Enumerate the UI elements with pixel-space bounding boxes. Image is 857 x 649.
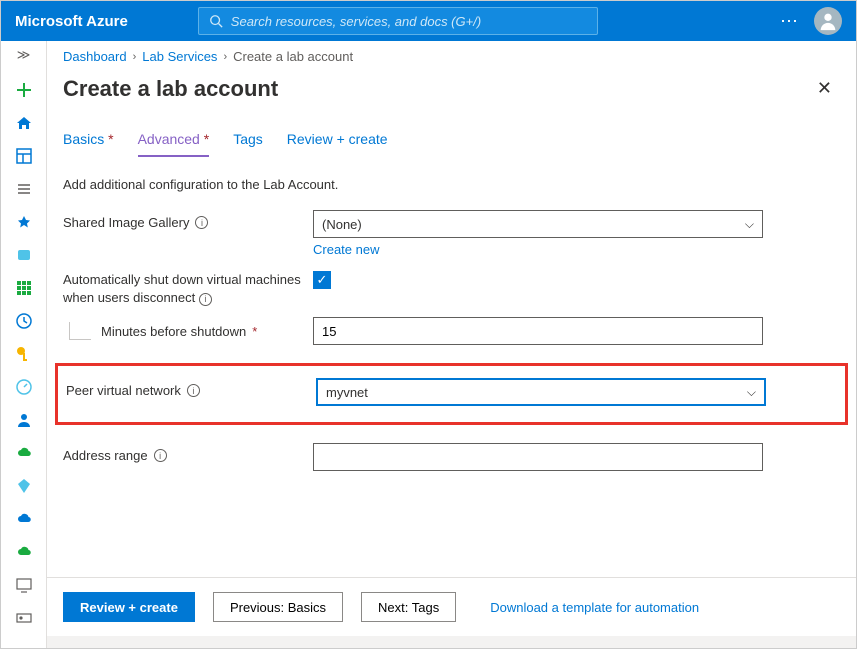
required-indicator: * — [252, 324, 257, 339]
page-title: Create a lab account — [63, 76, 278, 102]
key-icon[interactable] — [14, 344, 34, 364]
tab-tags[interactable]: Tags — [233, 125, 263, 157]
search-input[interactable] — [231, 14, 587, 29]
search-icon — [209, 14, 223, 28]
expand-nav-icon[interactable]: ≫ — [17, 47, 31, 63]
tree-connector — [69, 322, 91, 340]
recent-icon[interactable] — [14, 311, 34, 331]
left-nav: ≫ — [1, 41, 47, 648]
peer-vnet-label: Peer virtual network — [66, 383, 181, 398]
cloud-icon-2[interactable] — [14, 509, 34, 529]
download-template-link[interactable]: Download a template for automation — [490, 600, 699, 615]
chevron-down-icon: ⌵ — [745, 217, 754, 232]
all-services-icon[interactable] — [14, 179, 34, 199]
gauge-icon[interactable] — [14, 377, 34, 397]
previous-button[interactable]: Previous: Basics — [213, 592, 343, 622]
auto-shutdown-checkbox[interactable]: ✓ — [313, 271, 331, 289]
more-menu-icon[interactable]: ⋯ — [780, 11, 800, 32]
monitor-icon[interactable] — [14, 575, 34, 595]
tab-review-create[interactable]: Review + create — [287, 125, 388, 157]
highlight-peer-vnet: Peer virtual network i myvnet ⌵ — [55, 363, 848, 425]
peer-vnet-select[interactable]: myvnet ⌵ — [316, 378, 766, 406]
cloud-icon-3[interactable] — [14, 542, 34, 562]
create-resource-icon[interactable] — [14, 80, 34, 100]
user-icon[interactable] — [14, 410, 34, 430]
peer-vnet-value: myvnet — [326, 385, 368, 400]
review-create-button[interactable]: Review + create — [63, 592, 195, 622]
home-icon[interactable] — [14, 113, 34, 133]
auto-shutdown-label: Automatically shut down virtual machines… — [63, 272, 301, 305]
tab-basics[interactable]: Basics — [63, 125, 114, 157]
tab-advanced[interactable]: Advanced — [138, 125, 210, 157]
wizard-footer: Review + create Previous: Basics Next: T… — [47, 577, 856, 636]
address-range-input[interactable] — [313, 443, 763, 471]
diamond-icon[interactable] — [14, 476, 34, 496]
info-icon[interactable]: i — [195, 216, 208, 229]
chevron-right-icon: › — [133, 51, 137, 63]
cloud-icon-1[interactable] — [14, 443, 34, 463]
settings-icon[interactable] — [14, 608, 34, 628]
tab-bar: Basics Advanced Tags Review + create — [63, 125, 840, 157]
shared-image-gallery-select[interactable]: (None) ⌵ — [313, 210, 763, 238]
minutes-before-shutdown-label: Minutes before shutdown — [101, 324, 246, 339]
breadcrumb-lab-services[interactable]: Lab Services — [142, 49, 217, 64]
form-description: Add additional configuration to the Lab … — [63, 177, 840, 192]
address-range-label: Address range — [63, 448, 148, 463]
info-icon[interactable]: i — [154, 449, 167, 462]
breadcrumb: Dashboard › Lab Services › Create a lab … — [47, 41, 856, 70]
close-button[interactable]: ✕ — [809, 74, 840, 103]
breadcrumb-current: Create a lab account — [233, 49, 353, 64]
info-icon[interactable]: i — [199, 293, 212, 306]
next-button[interactable]: Next: Tags — [361, 592, 456, 622]
top-header: Microsoft Azure ⋯ — [1, 1, 856, 41]
favorites-icon[interactable] — [14, 212, 34, 232]
minutes-before-shutdown-input[interactable] — [313, 317, 763, 345]
resource-icon-1[interactable] — [14, 245, 34, 265]
dashboard-icon[interactable] — [14, 146, 34, 166]
info-icon[interactable]: i — [187, 384, 200, 397]
chevron-right-icon: › — [223, 51, 227, 63]
chevron-down-icon: ⌵ — [747, 385, 756, 400]
horizontal-scrollbar[interactable] — [47, 636, 856, 648]
resource-icon-2[interactable] — [14, 278, 34, 298]
shared-image-gallery-value: (None) — [322, 217, 362, 232]
brand-logo[interactable]: Microsoft Azure — [15, 13, 128, 30]
create-new-link[interactable]: Create new — [313, 242, 379, 257]
user-avatar[interactable] — [814, 7, 842, 35]
shared-image-gallery-label: Shared Image Gallery — [63, 215, 189, 230]
global-search[interactable] — [198, 7, 598, 35]
breadcrumb-dashboard[interactable]: Dashboard — [63, 49, 127, 64]
